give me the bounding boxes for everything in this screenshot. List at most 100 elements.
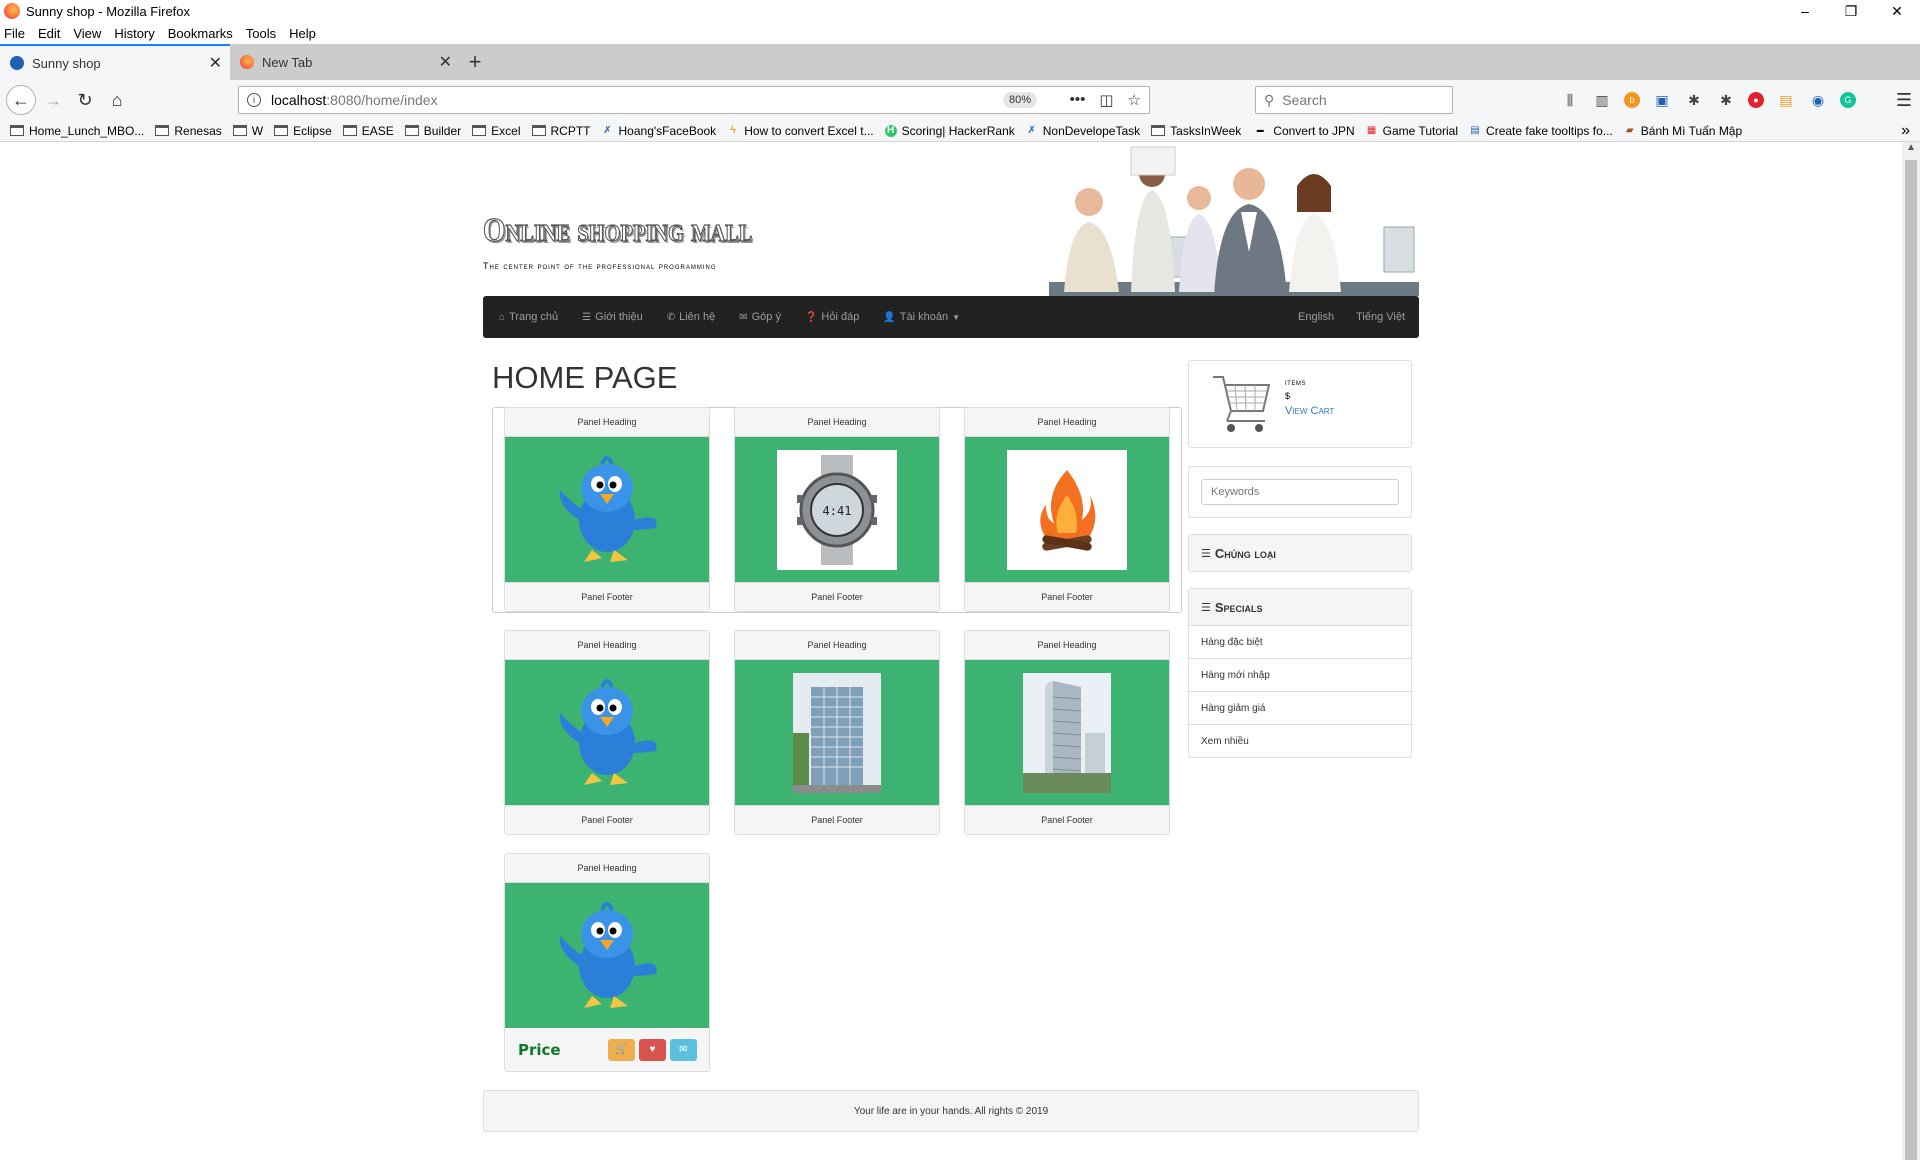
extension-red-icon[interactable]: ● xyxy=(1748,92,1764,108)
bookmark-label: Renesas xyxy=(174,123,222,138)
bookmark-item[interactable]: ▰ Bánh Mì Tuấn Mập xyxy=(1624,124,1742,138)
bookmark-item[interactable]: ϟ How to convert Excel t... xyxy=(727,124,874,138)
pocket-icon[interactable]: ◫ xyxy=(1099,91,1113,109)
bug-black-icon[interactable]: ✱ xyxy=(1716,90,1736,110)
product-card[interactable]: Panel Heading xyxy=(964,630,1170,835)
vertical-scrollbar[interactable]: ▲ xyxy=(1902,142,1920,1160)
product-card[interactable]: Panel Heading xyxy=(504,407,710,612)
bookmark-star-icon[interactable]: ☆ xyxy=(1128,91,1141,109)
card-image[interactable] xyxy=(505,883,709,1028)
menu-edit[interactable]: Edit xyxy=(38,26,60,41)
header-banner-image xyxy=(1049,142,1419,296)
lang-english[interactable]: English xyxy=(1298,311,1334,323)
categories-heading[interactable]: ☰ Chủng loại xyxy=(1189,535,1411,571)
tab-sunny-shop[interactable]: Sunny shop ✕ xyxy=(0,44,230,80)
bookmark-item[interactable]: W xyxy=(232,124,263,138)
menu-hamburger-icon[interactable]: ☰ xyxy=(1896,90,1912,111)
menu-history[interactable]: History xyxy=(114,26,154,41)
bookmarks-overflow-icon[interactable]: » xyxy=(1901,122,1910,140)
specials-item[interactable]: Xem nhiều xyxy=(1189,724,1411,757)
bookmark-item[interactable]: ✗ NonDevelopeTask xyxy=(1026,124,1141,138)
menu-file[interactable]: File xyxy=(4,26,25,41)
bookmark-item[interactable]: Eclipse xyxy=(274,124,332,138)
menu-tools[interactable]: Tools xyxy=(246,26,276,41)
scroll-up-icon[interactable]: ▲ xyxy=(1902,142,1920,158)
back-button[interactable]: ← xyxy=(6,85,36,115)
favorite-button[interactable]: ♥ xyxy=(639,1038,666,1061)
minimize-button[interactable]: – xyxy=(1782,0,1828,22)
info-icon[interactable]: i xyxy=(247,93,261,107)
zoom-indicator[interactable]: 80% xyxy=(1002,92,1037,108)
card-image[interactable] xyxy=(735,660,939,805)
extension-blue-icon[interactable]: ◉ xyxy=(1808,90,1828,110)
nav-tai-khoan[interactable]: 👤 Tài khoản ▼ xyxy=(883,311,960,323)
window-controls: – ❐ ✕ xyxy=(1782,0,1920,22)
card-image[interactable] xyxy=(965,660,1169,805)
bookmark-item[interactable]: ▤ Create fake tooltips fo... xyxy=(1469,124,1612,138)
restore-button[interactable]: ❐ xyxy=(1828,0,1874,22)
scrollbar-thumb[interactable] xyxy=(1905,160,1917,1160)
product-card[interactable]: Panel Heading xyxy=(734,630,940,835)
url-bar[interactable]: i localhost:8080/home/index 80% ••• ◫ ☆ xyxy=(238,86,1150,114)
bug-gray-icon[interactable]: ✱ xyxy=(1684,90,1704,110)
grammarly-icon[interactable]: G xyxy=(1840,92,1856,108)
menu-bookmarks[interactable]: Bookmarks xyxy=(168,26,233,41)
new-tab-button[interactable]: + xyxy=(460,44,490,80)
card-image[interactable]: 4:41 xyxy=(735,437,939,582)
library-icon[interactable]: ⫼ xyxy=(1560,90,1580,110)
specials-item[interactable]: Hàng mới nhập xyxy=(1189,658,1411,691)
menu-view[interactable]: View xyxy=(73,26,101,41)
specials-item[interactable]: Hàng giảm giá xyxy=(1189,691,1411,724)
bookmark-item[interactable]: EASE xyxy=(342,124,394,138)
bookmark-item[interactable]: TasksInWeek xyxy=(1151,124,1241,138)
add-to-cart-button[interactable]: 🛒 xyxy=(608,1038,635,1061)
view-cart-link[interactable]: View Cart xyxy=(1285,405,1334,417)
bookmark-item[interactable]: Renesas xyxy=(155,123,222,138)
tab-close-icon[interactable]: ✕ xyxy=(209,53,222,73)
nav-label: Trang chủ xyxy=(509,311,559,323)
site-logo-title[interactable]: Online shopping mall xyxy=(482,211,752,250)
product-card[interactable]: Panel Heading Panel Footer xyxy=(964,407,1170,612)
card-image[interactable] xyxy=(505,660,709,805)
search-icon: ⚲ xyxy=(1264,91,1275,108)
tab-new-tab[interactable]: New Tab ✕ xyxy=(230,44,460,80)
page-actions-icon[interactable]: ••• xyxy=(1070,91,1086,109)
specials-item[interactable]: Hàng đặc biệt xyxy=(1189,625,1411,658)
forward-button[interactable]: → xyxy=(38,85,68,115)
nav-lien-he[interactable]: ✆ Liên hệ xyxy=(667,311,715,323)
search-input[interactable]: ⚲ Search xyxy=(1255,86,1453,114)
menu-help[interactable]: Help xyxy=(289,26,316,41)
card-image[interactable] xyxy=(505,437,709,582)
lang-vietnamese[interactable]: Tiếng Việt xyxy=(1356,311,1405,323)
bookmark-item[interactable]: ✗ Hoang'sFaceBook xyxy=(602,123,717,138)
bookmark-item[interactable]: ▦ Game Tutorial xyxy=(1366,124,1458,138)
tab-close-icon[interactable]: ✕ xyxy=(439,52,452,72)
extension-orange-icon[interactable]: b xyxy=(1624,92,1640,108)
sidebar-icon[interactable]: ▥ xyxy=(1592,90,1612,110)
bookmark-label: Hoang'sFaceBook xyxy=(618,123,717,138)
bookmark-item[interactable]: ▬ Convert to JPN xyxy=(1252,124,1355,138)
bookmark-item[interactable]: Builder xyxy=(404,124,461,138)
product-card[interactable]: Panel Heading 4:41 Panel Footer xyxy=(734,407,940,612)
close-window-button[interactable]: ✕ xyxy=(1874,0,1920,22)
reload-button[interactable]: ↻ xyxy=(70,85,100,115)
card-action-buttons: 🛒 ♥ ✉ xyxy=(608,1038,697,1061)
product-price: Price xyxy=(518,1040,561,1059)
save-icon[interactable]: ▣ xyxy=(1652,90,1672,110)
email-button[interactable]: ✉ xyxy=(670,1038,697,1061)
nav-gioi-thieu[interactable]: ☰ Giới thiệu xyxy=(582,311,643,323)
folder-icon xyxy=(472,125,487,136)
rss-icon[interactable]: ▤ xyxy=(1776,90,1796,110)
product-card[interactable]: Panel Heading xyxy=(504,630,710,835)
card-image[interactable] xyxy=(965,437,1169,582)
bookmark-item[interactable]: RCPTT xyxy=(531,124,591,138)
product-card[interactable]: Panel Heading xyxy=(504,853,710,1072)
home-button[interactable]: ⌂ xyxy=(102,85,132,115)
bookmark-item[interactable]: Home_Lunch_MBO... xyxy=(10,124,144,138)
bookmark-item[interactable]: H Scoring| HackerRank xyxy=(884,124,1015,138)
bookmark-item[interactable]: Excel xyxy=(472,124,521,138)
nav-hoi-dap[interactable]: ❓ Hỏi đáp xyxy=(805,311,859,323)
nav-trang-chu[interactable]: ⌂ Trang chủ xyxy=(499,311,558,323)
keywords-input[interactable] xyxy=(1201,479,1399,505)
nav-gop-y[interactable]: ✉ Góp ý xyxy=(739,311,781,323)
